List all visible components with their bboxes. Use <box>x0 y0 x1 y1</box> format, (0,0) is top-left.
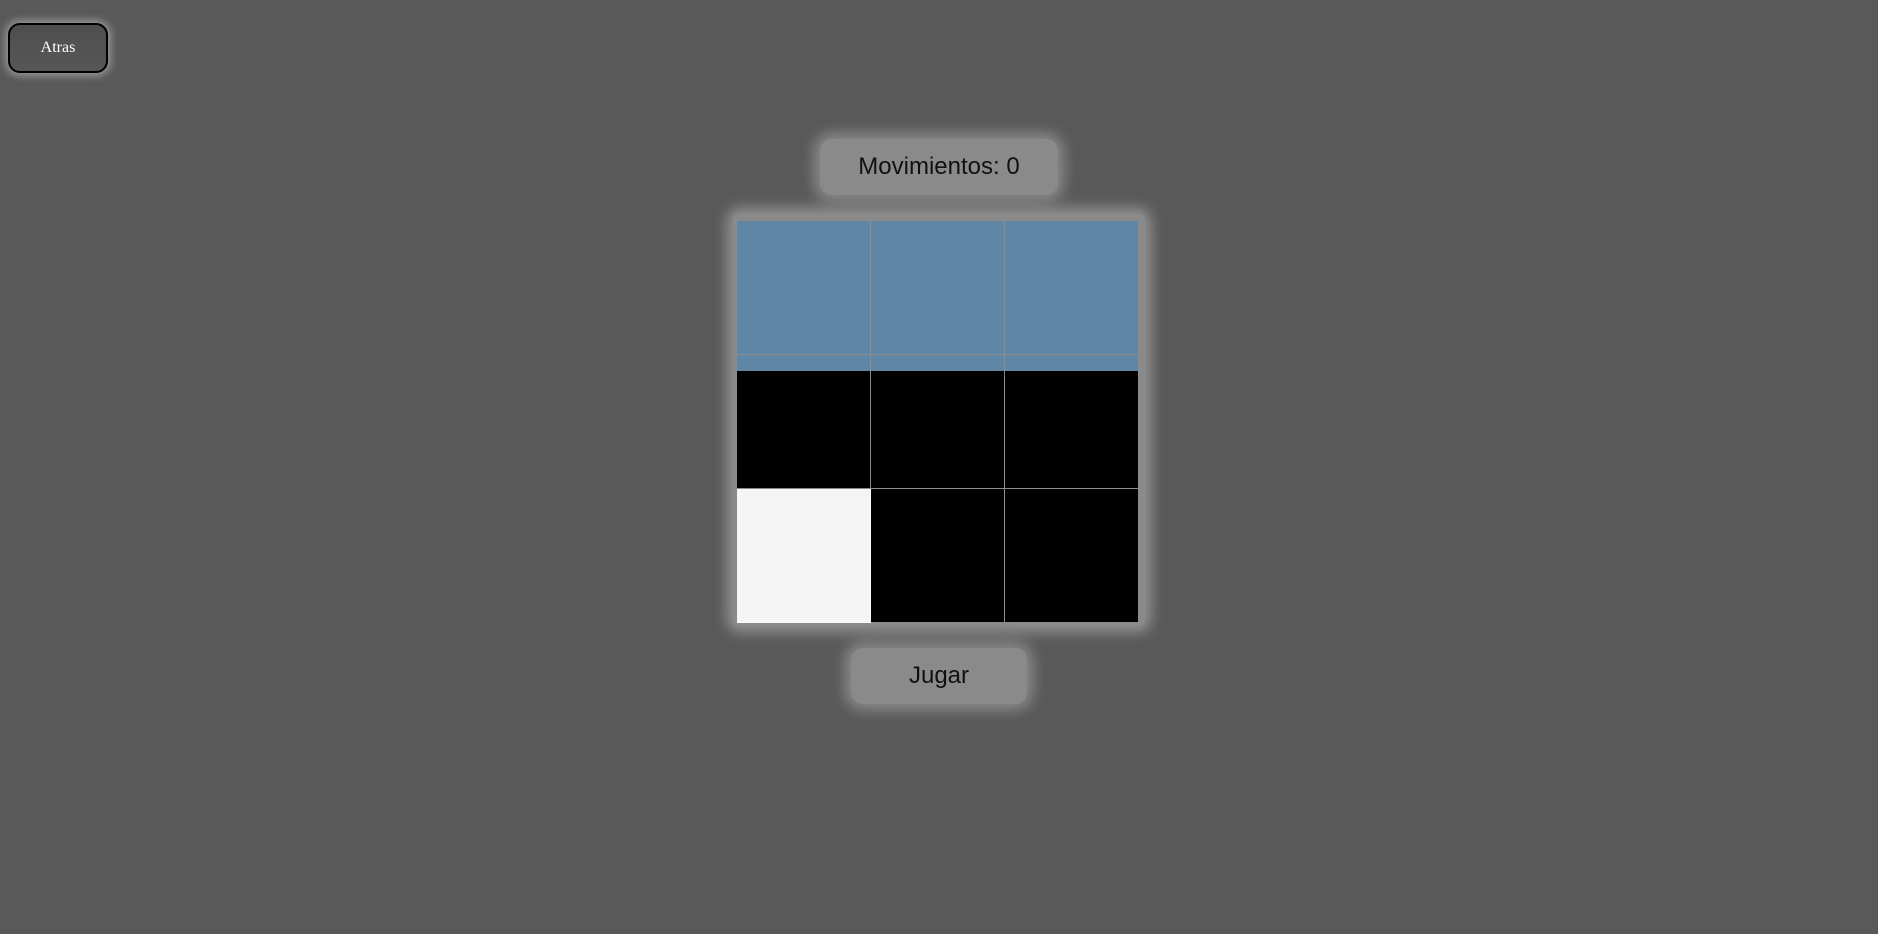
puzzle-tile[interactable] <box>871 355 1005 489</box>
back-button[interactable]: Atras <box>8 23 108 73</box>
puzzle-tile[interactable] <box>871 221 1005 355</box>
puzzle-board-frame <box>733 214 1145 626</box>
puzzle-board <box>737 221 1139 623</box>
empty-tile[interactable] <box>737 489 871 623</box>
puzzle-tile[interactable] <box>737 355 871 489</box>
tile-image <box>737 355 870 371</box>
puzzle-tile[interactable] <box>871 489 1005 623</box>
tile-image <box>871 355 1004 371</box>
tile-image <box>1005 221 1138 354</box>
tile-image <box>737 221 870 354</box>
tile-image <box>1005 489 1139 623</box>
puzzle-tile[interactable] <box>737 221 871 355</box>
puzzle-tile[interactable] <box>1005 489 1139 623</box>
puzzle-tile[interactable] <box>1005 221 1139 355</box>
puzzle-tile[interactable] <box>1005 355 1139 489</box>
tile-image <box>1005 355 1138 371</box>
play-button[interactable]: Jugar <box>851 648 1027 704</box>
tile-image <box>871 221 1004 354</box>
moves-counter: Movimientos: 0 <box>820 139 1058 195</box>
tile-image <box>871 489 1005 623</box>
